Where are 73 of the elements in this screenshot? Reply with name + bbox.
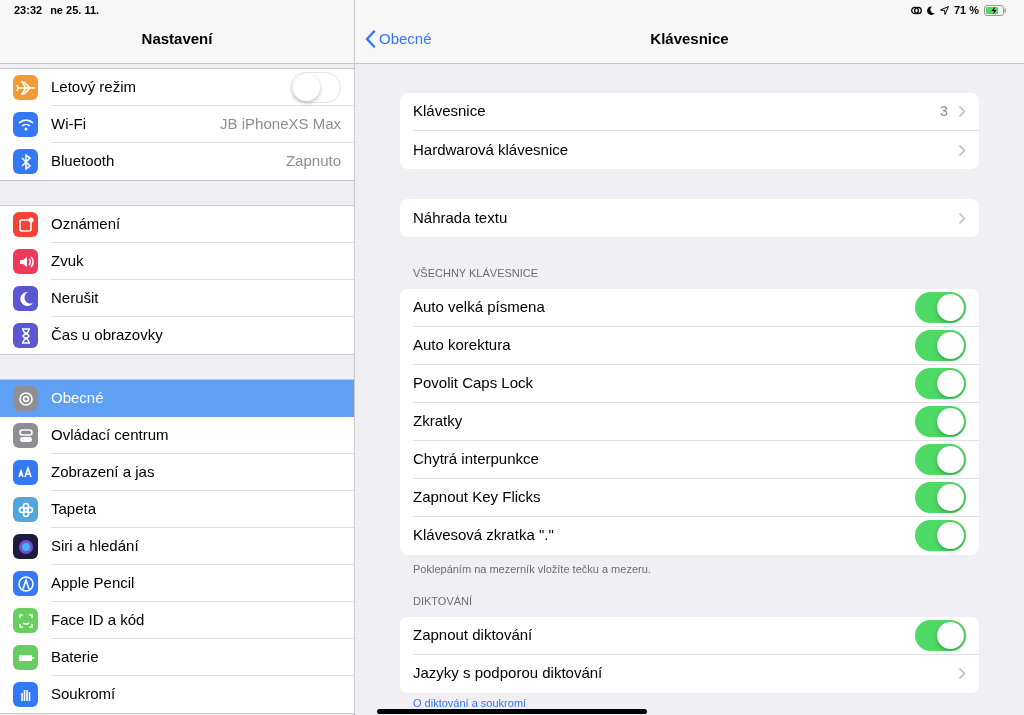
page-title: Klávesnice bbox=[650, 28, 729, 49]
row-label: Jazyky s podporou diktování bbox=[413, 663, 603, 684]
battery-percentage: 71 % bbox=[953, 2, 979, 18]
row-label: Auto velká písmena bbox=[413, 296, 545, 317]
row-label: Auto korektura bbox=[413, 334, 511, 355]
sidebar-title: Nastavení bbox=[141, 28, 213, 49]
pencil-icon bbox=[13, 571, 38, 596]
item-label: Bluetooth bbox=[51, 151, 115, 172]
section-footer: Poklepáním na mezerník vložíte tečku a mezeru. bbox=[400, 560, 979, 577]
flower-icon bbox=[13, 497, 38, 522]
row-label: Chytrá interpunkce bbox=[413, 448, 539, 469]
moon-icon bbox=[926, 5, 935, 15]
chevron-right-icon bbox=[958, 667, 966, 680]
item-label: Zobrazení a jas bbox=[51, 461, 155, 482]
item-label: Baterie bbox=[51, 646, 99, 667]
row-label: Klávesnice bbox=[413, 101, 486, 122]
row-label: Povolit Caps Lock bbox=[413, 372, 534, 393]
toggle-switch[interactable] bbox=[915, 405, 966, 437]
item-label: Čas u obrazovky bbox=[51, 325, 163, 346]
section-header: DIKTOVÁNÍ bbox=[412, 594, 474, 609]
airplane-icon bbox=[13, 75, 38, 100]
moon-icon bbox=[13, 286, 38, 311]
bluetooth-icon bbox=[13, 149, 38, 174]
battery-charging-icon bbox=[984, 4, 1006, 16]
item-label: Letový režim bbox=[51, 76, 137, 97]
row-label: Hardwarová klávesnice bbox=[413, 139, 569, 160]
row-label: Náhrada textu bbox=[413, 207, 508, 228]
chevron-left-icon bbox=[365, 29, 376, 48]
row-label: Zapnout diktování bbox=[413, 624, 533, 645]
toggles-icon bbox=[13, 423, 38, 448]
face-icon bbox=[13, 608, 38, 633]
section-header: VŠECHNY KLÁVESNICE bbox=[412, 266, 540, 281]
item-label: Siri a hledání bbox=[51, 535, 139, 556]
back-button[interactable]: Obecné bbox=[365, 27, 432, 50]
item-value: JB iPhoneXS Max bbox=[220, 113, 341, 134]
item-value: Zapnuto bbox=[285, 151, 341, 172]
status-date: ne 25. 11. bbox=[50, 2, 100, 18]
toggle-switch[interactable] bbox=[290, 71, 341, 103]
toggle-switch[interactable] bbox=[915, 329, 966, 361]
item-label: Apple Pencil bbox=[51, 572, 135, 593]
notification-icon bbox=[13, 212, 38, 237]
speaker-icon bbox=[13, 249, 38, 274]
location-arrow-icon bbox=[939, 5, 949, 15]
orb-icon bbox=[13, 534, 38, 559]
item-label: Wi-Fi bbox=[51, 113, 86, 134]
text-size-icon bbox=[13, 460, 38, 485]
item-label: Obecné bbox=[51, 388, 104, 409]
toggle-switch[interactable] bbox=[915, 619, 966, 651]
toggle-switch[interactable] bbox=[915, 367, 966, 399]
wifi-icon bbox=[13, 112, 38, 137]
toggle-switch[interactable] bbox=[915, 443, 966, 475]
item-label: Face ID a kód bbox=[51, 609, 145, 630]
status-time: 23:32 bbox=[14, 2, 43, 18]
link-icon bbox=[910, 5, 922, 15]
row-label: Zapnout Key Flicks bbox=[413, 486, 541, 507]
battery-icon bbox=[13, 645, 38, 670]
item-label: Zvuk bbox=[51, 250, 84, 271]
item-label: Oznámení bbox=[51, 213, 121, 234]
row-label: Zkratky bbox=[413, 410, 463, 431]
privacy-link[interactable]: O diktování a soukromí bbox=[400, 695, 527, 710]
chevron-right-icon bbox=[958, 211, 966, 225]
row-label: Klávesová zkratka "." bbox=[413, 525, 554, 546]
chevron-right-icon bbox=[958, 105, 966, 118]
row-value: 3 bbox=[939, 101, 948, 122]
toggle-switch[interactable] bbox=[915, 481, 966, 513]
item-label: Ovládací centrum bbox=[51, 424, 169, 445]
item-label: Soukromí bbox=[51, 684, 116, 705]
item-label: Nerušit bbox=[51, 287, 99, 308]
hourglass-icon bbox=[13, 323, 38, 348]
toggle-switch[interactable] bbox=[915, 520, 966, 551]
chevron-right-icon bbox=[958, 143, 966, 157]
toggle-switch[interactable] bbox=[915, 291, 966, 323]
item-label: Tapeta bbox=[51, 498, 97, 519]
